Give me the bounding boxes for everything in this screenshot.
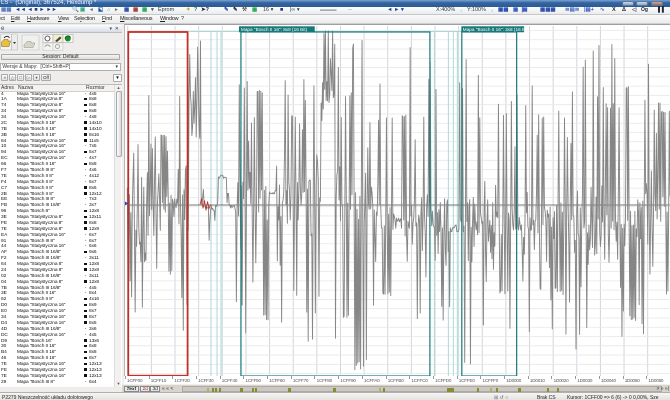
svg-text:Mapa "Bosch II 16": 8x8 (16 Bi: Mapa "Bosch II 16": 8x8 (16 Bit): [241, 27, 308, 32]
svg-text:Mapa "Bosch II 16": 3x8 (16 Bi: Mapa "Bosch II 16": 3x8 (16 Bit): [463, 27, 530, 32]
